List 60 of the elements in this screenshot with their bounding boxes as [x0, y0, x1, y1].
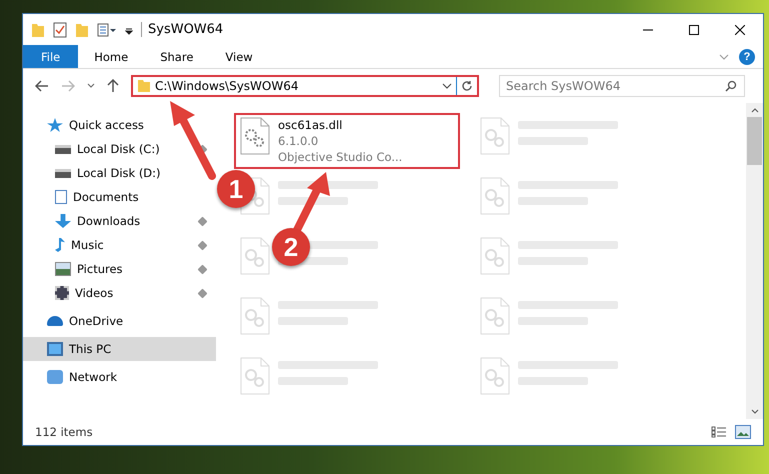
file-detail: Objective Studio Co...	[278, 149, 402, 165]
sidebar-item[interactable]: Local Disk (D:)	[23, 161, 216, 185]
back-arrow-icon[interactable]	[35, 80, 49, 92]
properties-icon[interactable]	[97, 22, 117, 38]
file-tab[interactable]: File	[23, 45, 78, 68]
recent-caret-icon[interactable]	[87, 83, 95, 89]
dropdown-caret-icon[interactable]	[442, 83, 452, 89]
large-icons-view-icon[interactable]	[735, 425, 751, 439]
document-icon	[55, 190, 67, 204]
ribbon-tab[interactable]: Home	[78, 45, 144, 68]
sidebar-item[interactable]: Videos	[23, 281, 216, 305]
film-icon	[55, 286, 69, 300]
monitor-icon	[47, 342, 63, 356]
checklist-icon[interactable]	[53, 22, 67, 38]
sidebar-item[interactable]: Documents	[23, 185, 216, 209]
gear-file-icon	[240, 117, 270, 155]
scrollbar-thumb[interactable]	[747, 117, 762, 165]
search-icon	[725, 80, 737, 92]
refresh-icon[interactable]	[461, 80, 473, 92]
ribbon-tab[interactable]: Share	[144, 45, 210, 68]
scroll-down-icon[interactable]	[750, 409, 758, 415]
help-button[interactable]: ?	[739, 48, 755, 64]
search-field[interactable]: Search SysWOW64	[499, 75, 745, 97]
address-bar[interactable]: C:\Windows\SysWOW64	[131, 75, 479, 97]
sidebar-item[interactable]: Local Disk (C:)	[23, 137, 216, 161]
faded-file-icon	[240, 237, 270, 275]
drive-icon	[55, 168, 71, 178]
scrollbar[interactable]	[746, 103, 763, 419]
faded-file-icon	[480, 117, 510, 155]
folder-icon	[137, 79, 151, 93]
file-detail: 6.1.0.0	[278, 133, 320, 149]
cloud-icon	[47, 316, 63, 326]
file-item[interactable]: osc61as.dll 6.1.0.0 Objective Studio Co...	[234, 113, 460, 169]
sidebar-item[interactable]: Quick access	[23, 113, 216, 137]
sidebar-item[interactable]: Music	[23, 233, 216, 257]
close-icon	[735, 24, 745, 34]
drive-icon	[55, 144, 71, 154]
sidebar-item[interactable]: Network	[23, 365, 216, 389]
up-arrow-icon[interactable]	[107, 79, 119, 93]
maximize-icon	[689, 24, 699, 34]
expand-ribbon-icon[interactable]	[719, 52, 729, 60]
network-icon	[47, 370, 63, 384]
faded-file-icon	[480, 237, 510, 275]
faded-file-icon	[240, 357, 270, 395]
scroll-up-icon[interactable]	[750, 107, 758, 113]
file-name: osc61as.dll	[278, 117, 344, 133]
sidebar-item[interactable]: Pictures	[23, 257, 216, 281]
faded-file-icon	[240, 297, 270, 335]
faded-file-icon	[480, 177, 510, 215]
sidebar-item[interactable]: This PC	[23, 337, 216, 361]
sidebar-item[interactable]: OneDrive	[23, 309, 216, 333]
address-path: C:\Windows\SysWOW64	[155, 79, 300, 93]
ribbon-tab[interactable]: View	[209, 45, 269, 68]
sidebar-item[interactable]: Downloads	[23, 209, 216, 233]
picture-icon	[55, 262, 71, 276]
window-title: SysWOW64	[141, 22, 224, 37]
faded-file-icon	[480, 357, 510, 395]
item-count: 112 items	[35, 425, 93, 439]
details-view-icon[interactable]	[711, 426, 727, 438]
faded-file-icon	[480, 297, 510, 335]
